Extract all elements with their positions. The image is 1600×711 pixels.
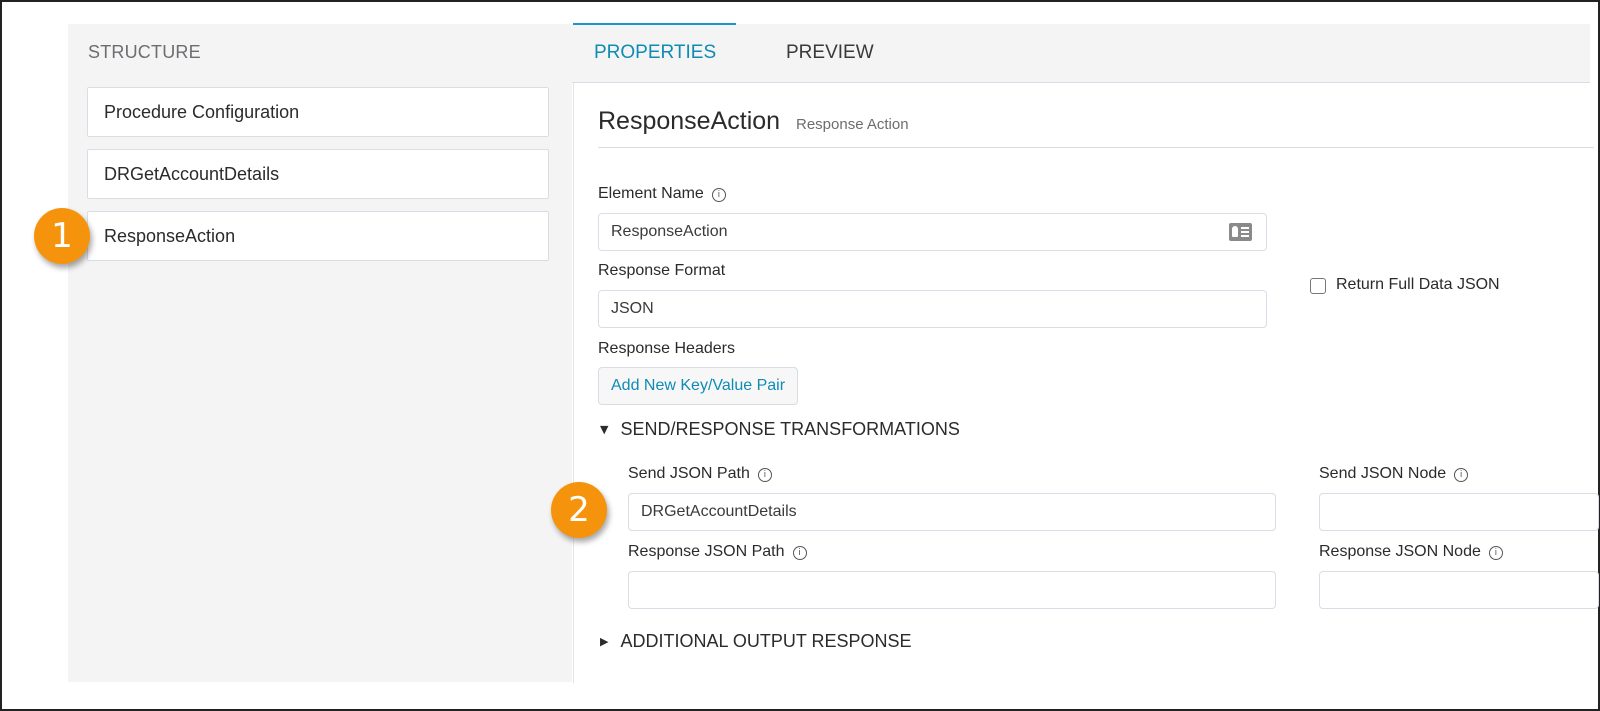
structure-title: STRUCTURE <box>88 42 201 62</box>
response-headers-label: Response Headers <box>598 340 735 357</box>
info-icon[interactable]: i <box>757 468 772 482</box>
callout-badge-2: 2 <box>551 482 607 538</box>
info-icon[interactable]: i <box>792 546 807 560</box>
send-json-path-label: Send JSON Path i <box>628 465 772 483</box>
element-title: ResponseAction <box>598 107 781 135</box>
tab-properties[interactable]: PROPERTIES <box>594 42 716 64</box>
element-name-label: Element Name i <box>598 185 726 203</box>
caret-right-icon: ▶ <box>600 635 609 648</box>
contact-card-icon[interactable] <box>1229 223 1252 241</box>
properties-panel: ResponseAction Response Action Element N… <box>573 83 1599 683</box>
send-response-transformations-toggle[interactable]: ▼ SEND/RESPONSE TRANSFORMATIONS <box>600 419 960 440</box>
element-type: Response Action <box>796 116 909 133</box>
return-full-data-checkbox[interactable] <box>1310 278 1326 294</box>
element-name-input[interactable]: ResponseAction <box>598 213 1267 251</box>
additional-output-section-label: ADDITIONAL OUTPUT RESPONSE <box>620 631 912 651</box>
send-json-node-label: Send JSON Node i <box>1319 465 1469 483</box>
tab-bar: PROPERTIES PREVIEW <box>572 24 1590 83</box>
response-json-path-input[interactable] <box>628 571 1276 609</box>
element-name-label-text: Element Name <box>598 185 704 202</box>
tab-preview[interactable]: PREVIEW <box>786 42 874 64</box>
send-json-path-label-text: Send JSON Path <box>628 465 750 482</box>
info-icon[interactable]: i <box>711 188 726 202</box>
send-response-section-label: SEND/RESPONSE TRANSFORMATIONS <box>620 419 960 439</box>
response-format-input[interactable]: JSON <box>598 290 1267 328</box>
response-json-node-input[interactable] <box>1319 571 1599 609</box>
response-json-path-label: Response JSON Path i <box>628 543 807 561</box>
structure-item-procedure-configuration[interactable]: Procedure Configuration <box>87 87 549 137</box>
structure-item-drgetaccountdetails[interactable]: DRGetAccountDetails <box>87 149 549 199</box>
send-json-path-input[interactable]: DRGetAccountDetails <box>628 493 1276 531</box>
response-json-path-label-text: Response JSON Path <box>628 543 785 560</box>
caret-down-icon: ▼ <box>600 423 609 436</box>
structure-panel: STRUCTURE Procedure Configuration DRGetA… <box>68 24 572 682</box>
title-divider <box>598 147 1594 148</box>
add-key-value-pair-button[interactable]: Add New Key/Value Pair <box>598 367 799 405</box>
element-name-value: ResponseAction <box>611 223 728 240</box>
info-icon[interactable]: i <box>1488 546 1503 560</box>
active-tab-indicator <box>573 23 736 25</box>
additional-output-response-toggle[interactable]: ▶ ADDITIONAL OUTPUT RESPONSE <box>600 631 912 652</box>
callout-badge-1: 1 <box>34 208 90 264</box>
response-json-node-label-text: Response JSON Node <box>1319 543 1481 560</box>
return-full-data-label: Return Full Data JSON <box>1336 276 1500 293</box>
send-json-node-label-text: Send JSON Node <box>1319 465 1447 482</box>
send-json-node-input[interactable] <box>1319 493 1599 531</box>
structure-item-responseaction[interactable]: ResponseAction <box>87 211 549 261</box>
response-format-label: Response Format <box>598 262 726 279</box>
info-icon[interactable]: i <box>1454 468 1469 482</box>
response-json-node-label: Response JSON Node i <box>1319 543 1503 561</box>
